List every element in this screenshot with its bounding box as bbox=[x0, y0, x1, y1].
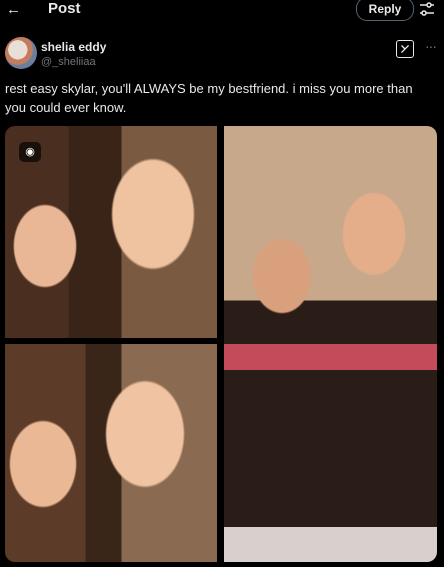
author-handle[interactable]: @_sheliiaa bbox=[41, 56, 96, 68]
page-title: Post bbox=[48, 0, 81, 17]
avatar[interactable] bbox=[5, 37, 37, 69]
sliders-icon[interactable] bbox=[416, 0, 438, 18]
photo-3[interactable] bbox=[224, 126, 437, 562]
media-grid[interactable]: ◉ bbox=[5, 126, 437, 562]
photo-2[interactable] bbox=[5, 344, 217, 562]
author-display-name[interactable]: shelia eddy bbox=[41, 40, 106, 54]
camera-icon: ◉ bbox=[19, 142, 41, 162]
grok-icon[interactable] bbox=[396, 40, 414, 58]
back-arrow-icon[interactable]: ← bbox=[6, 1, 21, 19]
photo-1[interactable]: ◉ bbox=[5, 126, 217, 338]
post-text: rest easy skylar, you'll ALWAYS be my be… bbox=[5, 81, 413, 115]
reply-button[interactable]: Reply bbox=[356, 0, 414, 21]
more-icon[interactable]: ··· bbox=[425, 38, 437, 54]
top-bar: ← Post Reply bbox=[0, 0, 444, 24]
